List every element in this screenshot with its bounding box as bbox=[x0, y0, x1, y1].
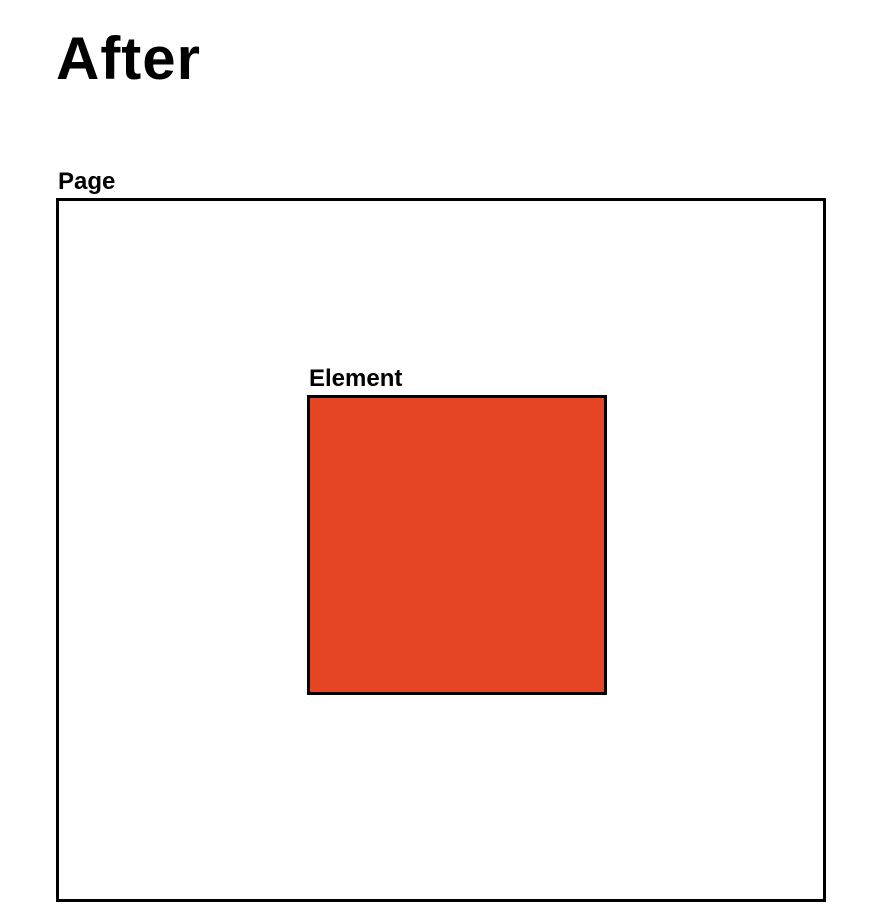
element-container: Element bbox=[307, 365, 607, 695]
element-box bbox=[307, 395, 607, 695]
element-label: Element bbox=[307, 365, 607, 393]
page-label: Page bbox=[56, 168, 826, 196]
page-container: Page Element bbox=[56, 168, 826, 902]
page-box: Element bbox=[56, 198, 826, 902]
diagram-title: After bbox=[56, 24, 201, 93]
